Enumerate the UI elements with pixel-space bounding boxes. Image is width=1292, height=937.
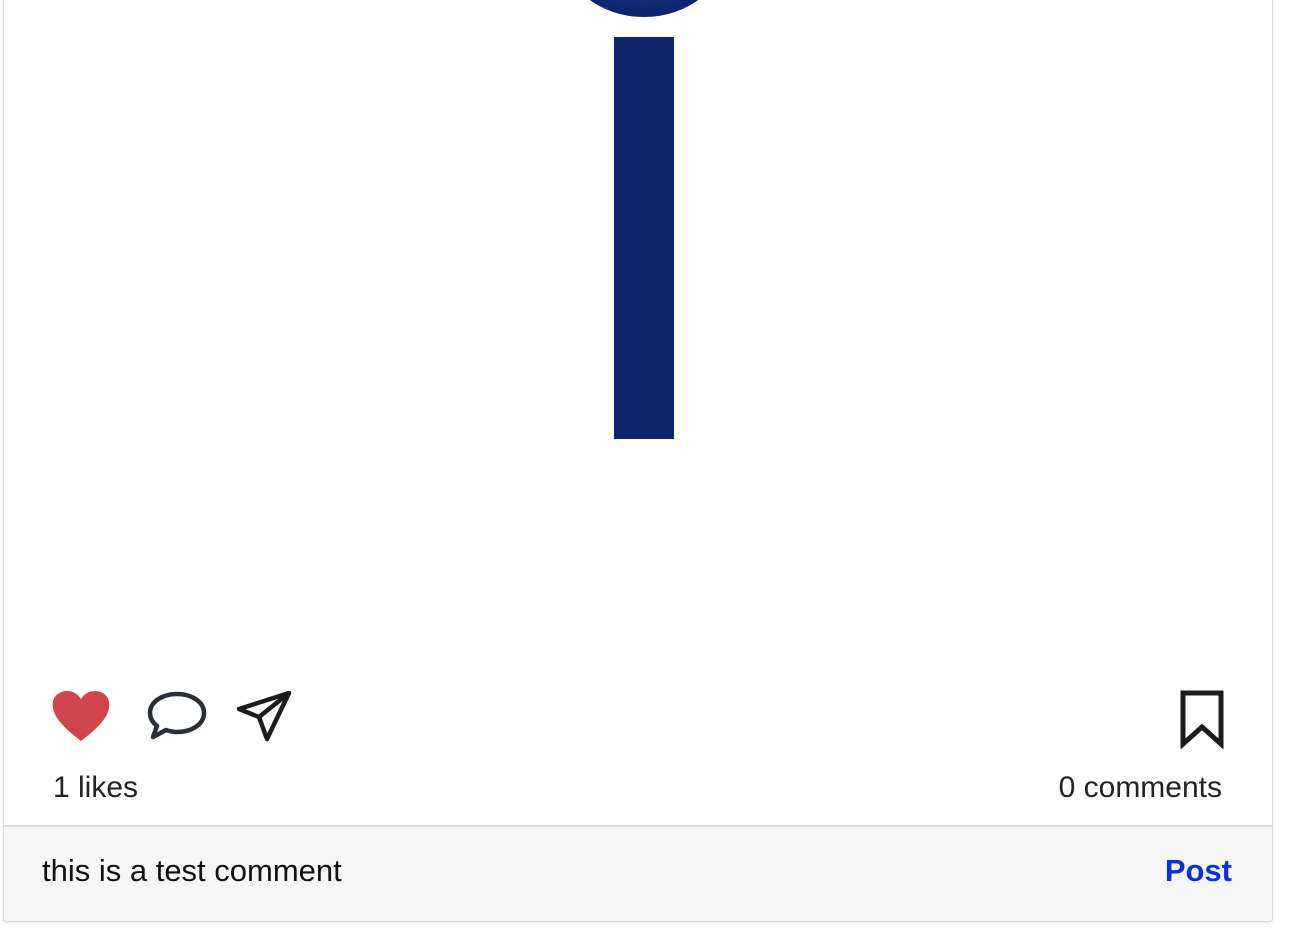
likes-count: 1 likes [53, 771, 139, 804]
post-stats: 1 likes 0 comments [4, 771, 1272, 811]
comment-input[interactable] [42, 849, 1122, 893]
post-button[interactable]: Post [1165, 849, 1232, 893]
post-image [4, 0, 1272, 661]
bookmark-icon[interactable] [1174, 689, 1230, 750]
speech-bubble-icon[interactable] [147, 691, 207, 743]
paper-plane-icon[interactable] [235, 690, 295, 743]
comments-count[interactable]: 0 comments [1059, 771, 1222, 805]
info-icon [589, 0, 699, 439]
info-icon-stem [614, 37, 674, 439]
info-icon-dot [589, 0, 699, 17]
comment-bar: Post [4, 825, 1272, 921]
post-card: 1 likes 0 comments Post [3, 0, 1273, 922]
heart-icon[interactable] [51, 691, 111, 743]
post-actions [4, 681, 1272, 751]
